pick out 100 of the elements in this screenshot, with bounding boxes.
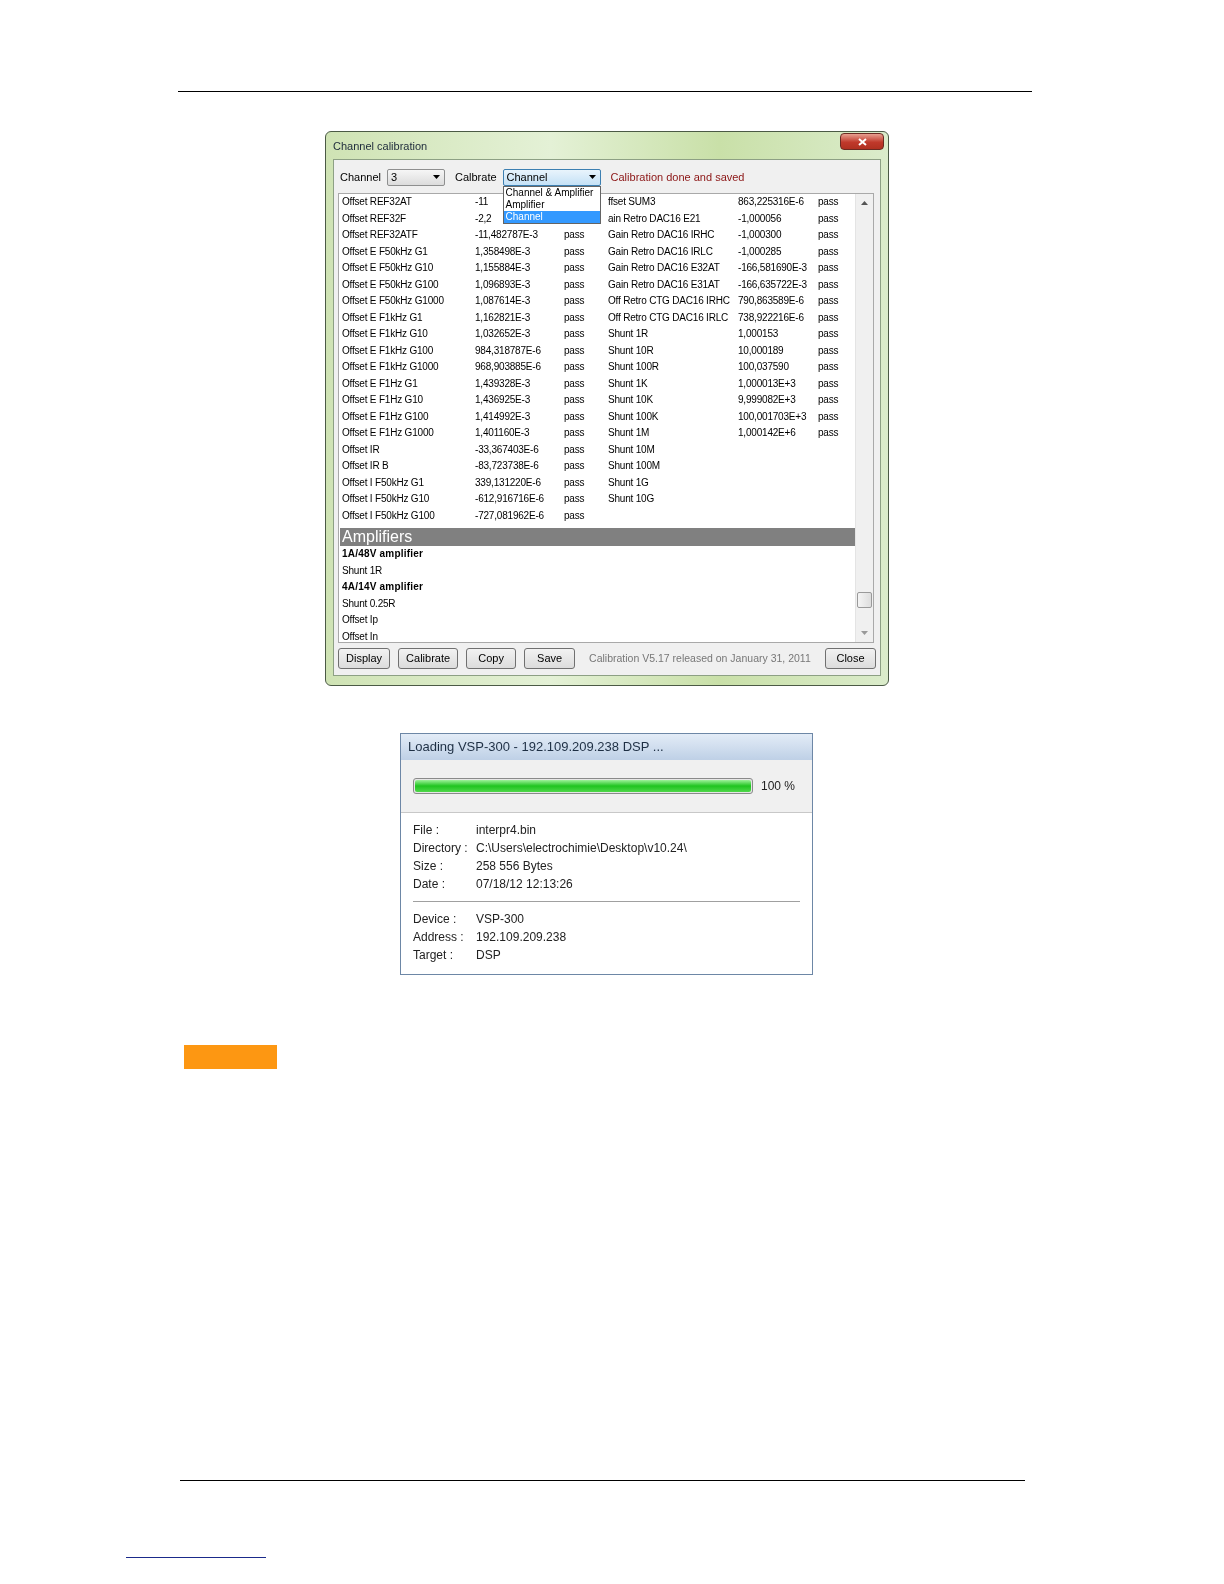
field-value: C:\Users\electrochimie\Desktop\v10.24\ [476,840,687,857]
table-cell-text: Shunt 10M [608,442,655,457]
action-button[interactable]: Save [524,647,576,669]
action-button[interactable]: Display [338,647,391,669]
table-cell-text: pass [564,277,585,292]
field-label: Size : [413,858,443,875]
table-cell-text: pass [564,244,585,259]
channel-dropdown[interactable]: 3 [387,168,445,186]
table-cell-text: 339,131220E-6 [475,475,541,490]
table-cell-text: 1,358498E-3 [475,244,531,259]
table-cell-text: 790,863589E-6 [738,294,804,308]
table-cell-text: Offset E F1kHz G100 [342,343,434,358]
close-button[interactable] [840,133,884,150]
table-cell-text: pass [818,294,839,308]
table-cell-text: 100,001703E+3 [738,409,807,424]
table-cell-text: Offset E F1Hz G100 [342,409,429,424]
table-cell-text: 10,000189 [738,343,784,358]
table-cell-text: 1,401160E-3 [475,426,530,440]
close-icon [857,137,867,146]
table-cell-text: 1,000013E+3 [738,376,796,391]
table-cell-text: pass [564,492,585,506]
group-heading: 4A/14V amplifier [341,580,423,594]
table-cell-text: Off Retro CTG DAC16 IRLC [608,310,729,325]
section-header: Amplifiers [340,528,855,546]
status-message: Calibration done and saved [610,171,745,183]
table-cell-text: Shunt 10K [608,393,653,407]
table-cell-text: 1,162821E-3 [475,310,531,325]
menu-option[interactable]: Channel & Amplifier [503,186,600,199]
group-heading: 1A/48V amplifier [341,547,423,561]
field-value: 192.109.209.238 [476,929,567,946]
table-cell-text: pass [818,310,839,325]
table-cell-text: Offset REF32F [342,211,406,226]
table-cell-text: -11,482787E-3 [475,228,538,242]
table-cell-text: Offset E F1kHz G10 [342,327,428,341]
field-value: DSP [476,947,501,964]
field-label: Device : [413,911,457,928]
table-cell-text: 9,999082E+3 [738,393,796,407]
table-cell-text: pass [818,409,839,424]
caret-icon [588,175,596,179]
table-cell-text: pass [818,327,839,341]
table-cell-text: pass [818,360,839,374]
table-cell-text: -612,916716E-6 [475,492,544,506]
table-cell-text: 1,087614E-3 [475,294,531,308]
table-cell-text: -1,000285 [738,244,782,259]
list-item: Offset In [341,629,378,642]
table-cell-text: ffset SUM3 [608,195,656,209]
table-cell-text: pass [564,327,585,341]
field-label: Directory : [413,840,468,857]
table-cell-text: Gain Retro DAC16 IRLC [608,244,713,259]
table-cell-text: pass [564,475,585,490]
table-cell-text: pass [818,244,839,259]
table-cell-text: -1,000300 [738,228,782,242]
table-cell-text: 100,037590 [738,360,789,374]
table-cell-text: Gain Retro DAC16 IRHC [608,228,715,242]
calibrate-dropdown[interactable]: Channel [502,168,601,186]
table-cell-text: pass [818,195,839,209]
field-value: 258 556 Bytes [476,858,553,875]
table-cell-text: pass [564,228,585,242]
table-cell-text: pass [564,393,585,407]
table-cell-text: Offset I F50kHz G1 [342,475,424,490]
table-cell-text: pass [818,277,839,292]
table-cell-text: pass [564,360,585,374]
table-cell-text: pass [818,426,839,440]
table-cell-text: Shunt 10R [608,343,654,358]
channel-label: Channel [340,171,381,183]
action-button[interactable]: Calibrate [398,647,459,669]
window-title: Loading VSP-300 - 192.109.209.238 DSP ... [401,734,812,760]
table-cell-text: 1,439328E-3 [475,376,531,391]
table-cell-text: Offset I F50kHz G10 [342,492,430,506]
table-cell-text: Shunt 100K [608,409,659,424]
table-cell-text: Offset E F50kHz G1 [342,244,428,259]
table-cell-text: pass [818,376,839,391]
scrollbar-thumb[interactable] [857,592,872,608]
action-button[interactable]: Copy [466,647,517,669]
table-cell-text: 1,096893E-3 [475,277,531,292]
table-cell-text: pass [564,426,585,440]
table-cell-text: pass [564,261,585,275]
table-cell-text: -166,581690E-3 [738,261,807,275]
table-cell-text: Shunt 100R [608,360,659,374]
table-cell-text: -83,723738E-6 [475,459,539,473]
window-title: Channel calibration [333,139,428,152]
table-cell-text: Gain Retro DAC16 E31AT [608,277,720,292]
table-cell-text: pass [564,343,585,358]
close-dialog-button[interactable]: Close [825,647,876,669]
table-cell-text: Offset E F50kHz G1000 [342,294,444,308]
field-label: Date : [413,876,445,893]
menu-option[interactable]: Amplifier [503,198,600,211]
list-item: Shunt 0.25R [341,596,396,611]
table-cell-text: Shunt 1R [608,327,649,341]
table-cell-text: pass [818,228,839,242]
table-cell-text: pass [564,409,585,424]
table-cell-text: 1,155884E-3 [475,261,531,275]
table-cell-text: pass [564,459,585,473]
table-cell-text: 738,922216E-6 [738,310,804,325]
table-cell-text: Shunt 1G [608,475,649,490]
table-cell-text: 1,032652E-3 [475,327,531,341]
table-cell-text: Offset E F1kHz G1000 [342,360,439,374]
table-cell-text: pass [564,508,585,523]
table-cell-text: pass [818,393,839,407]
caret-icon [433,175,440,179]
